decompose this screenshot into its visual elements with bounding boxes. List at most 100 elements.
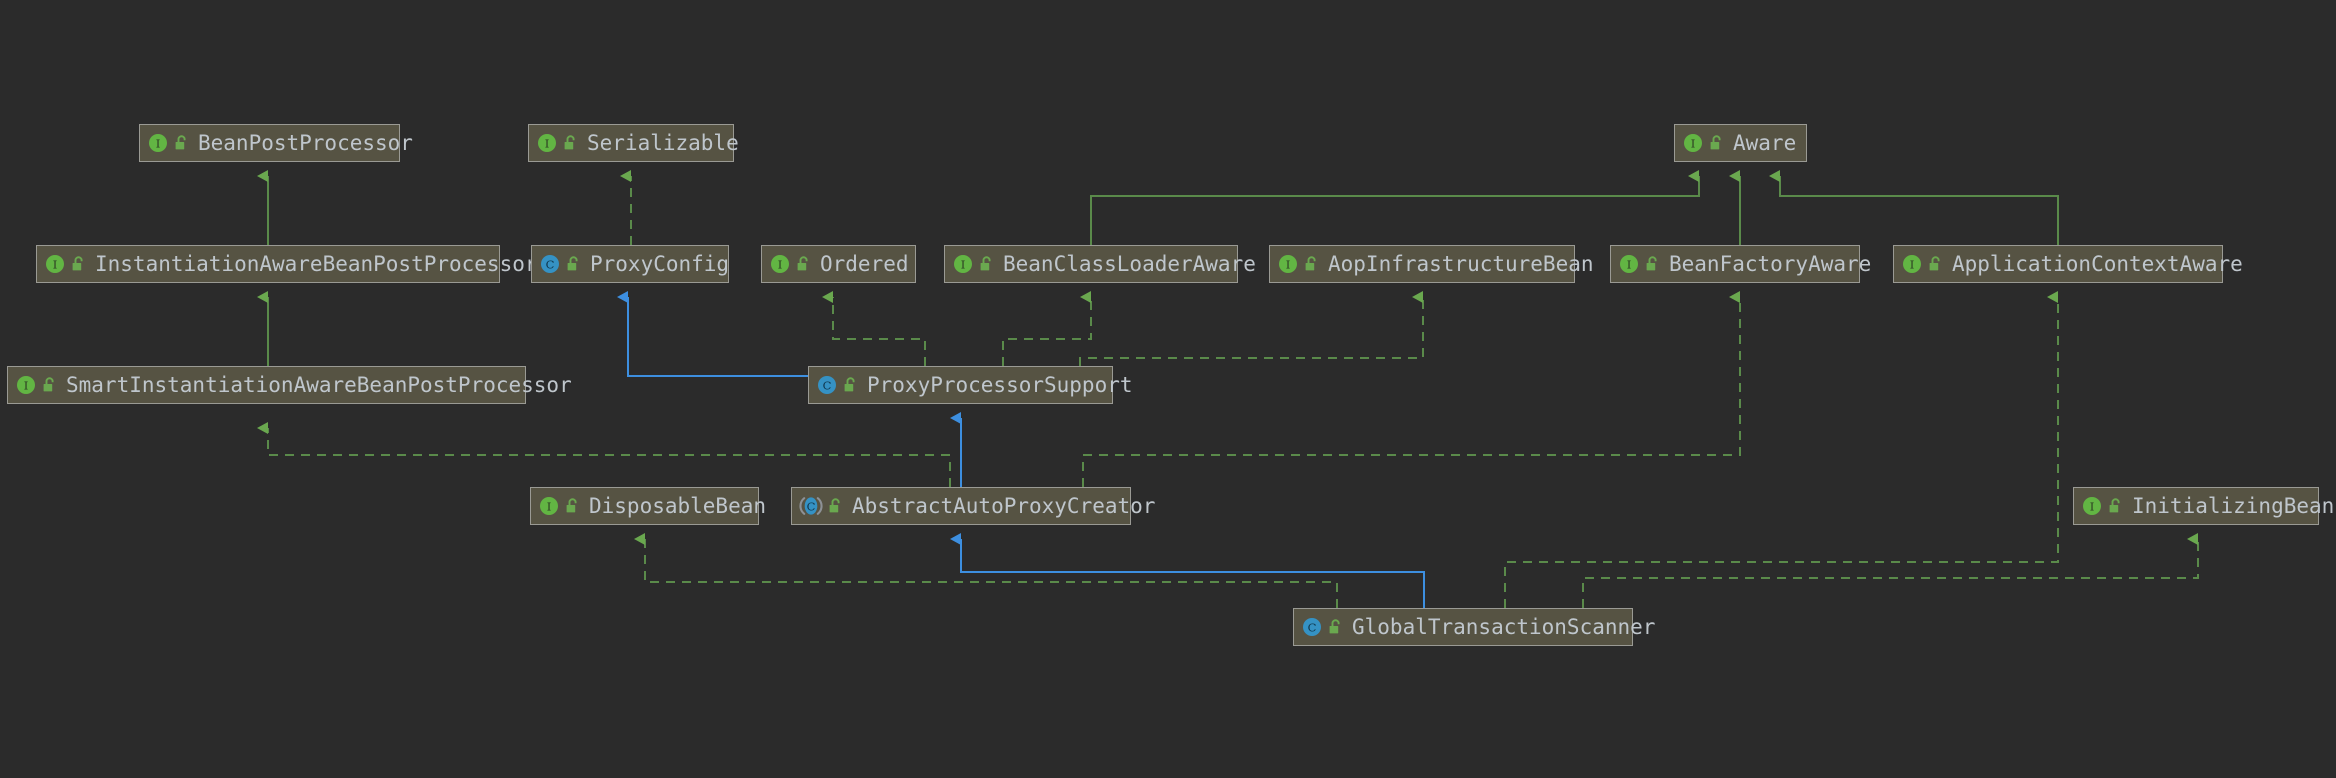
class-node-label: BeanClassLoaderAware [1003, 254, 1256, 275]
edge-globaltransactionscanner-to-applicationcontextaware [1505, 297, 2058, 608]
node-icon-group: I [536, 132, 578, 154]
class-node-beanpostprocessor[interactable]: IBeanPostProcessor [139, 124, 400, 162]
public-lock-icon [565, 255, 581, 273]
interface-icon: I [147, 132, 169, 154]
edge-proxyprocessorsupport-to-beanclassloaderaware [1003, 297, 1091, 366]
node-icon-group: I [538, 495, 580, 517]
edge-abstractautoproxycreator-to-smartinstantiationaware [268, 428, 950, 487]
class-node-label: ProxyConfig [590, 254, 729, 275]
svg-text:I: I [545, 137, 550, 151]
class-node-label: AopInfrastructureBean [1328, 254, 1594, 275]
node-icon-group: I [1277, 253, 1319, 275]
public-lock-icon [1327, 618, 1343, 636]
class-node-serializable[interactable]: ISerializable [528, 124, 734, 162]
class-icon: C [816, 374, 838, 396]
svg-text:I: I [1691, 137, 1696, 151]
interface-icon: I [769, 253, 791, 275]
public-lock-icon [1644, 255, 1660, 273]
interface-icon: I [44, 253, 66, 275]
edge-globaltransactionscanner-to-disposablebean [645, 539, 1337, 608]
svg-text:I: I [778, 258, 783, 272]
public-lock-icon [842, 376, 858, 394]
class-node-ordered[interactable]: I Ordered [761, 245, 916, 283]
edge-globaltransactionscanner-to-abstractautoproxycreator [961, 539, 1424, 608]
node-icon-group: C [816, 374, 858, 396]
node-icon-group: I [1682, 132, 1724, 154]
public-lock-icon [41, 376, 57, 394]
interface-icon: I [1277, 253, 1299, 275]
svg-text:I: I [961, 258, 966, 272]
class-node-proxyconfig[interactable]: C ProxyConfig [531, 245, 729, 283]
node-icon-group: I [952, 253, 994, 275]
public-lock-icon [827, 497, 843, 515]
class-node-label: BeanFactoryAware [1669, 254, 1871, 275]
edge-proxyprocessorsupport-to-proxyconfig [628, 297, 808, 376]
svg-text:I: I [156, 137, 161, 151]
svg-text:I: I [1627, 258, 1632, 272]
interface-icon: I [1901, 253, 1923, 275]
interface-icon: I [1618, 253, 1640, 275]
svg-text:I: I [1286, 258, 1291, 272]
public-lock-icon [795, 255, 811, 273]
svg-text:I: I [547, 500, 552, 514]
class-node-proxyprocessorsupport[interactable]: CProxyProcessorSupport [808, 366, 1113, 404]
svg-text:I: I [2090, 500, 2095, 514]
svg-text:C: C [823, 379, 832, 393]
public-lock-icon [978, 255, 994, 273]
public-lock-icon [562, 134, 578, 152]
class-node-beanfactoryaware[interactable]: IBeanFactoryAware [1610, 245, 1860, 283]
diagram-canvas[interactable]: IBeanPostProcessorISerializableIAwareIIn… [0, 0, 2336, 778]
edge-globaltransactionscanner-to-initializingbean [1583, 539, 2198, 608]
class-node-label: ApplicationContextAware [1952, 254, 2243, 275]
class-node-label: AbstractAutoProxyCreator [852, 496, 1155, 517]
svg-text:I: I [1910, 258, 1915, 272]
public-lock-icon [1927, 255, 1943, 273]
class-node-aware[interactable]: I Aware [1674, 124, 1807, 162]
public-lock-icon [564, 497, 580, 515]
public-lock-icon [1303, 255, 1319, 273]
class-node-label: GlobalTransactionScanner [1352, 617, 1655, 638]
class-node-applicationcontextaware[interactable]: IApplicationContextAware [1893, 245, 2223, 283]
svg-text:C: C [1308, 621, 1317, 635]
node-icon-group: I [1618, 253, 1660, 275]
node-icon-group: I [1901, 253, 1943, 275]
class-node-label: DisposableBean [589, 496, 766, 517]
node-icon-group: I [15, 374, 57, 396]
class-node-label: InitializingBean [2132, 496, 2334, 517]
public-lock-icon [2107, 497, 2123, 515]
class-node-label: Serializable [587, 133, 739, 154]
class-node-label: Ordered [820, 254, 909, 275]
interface-icon: I [15, 374, 37, 396]
class-node-beanclassloaderaware[interactable]: IBeanClassLoaderAware [944, 245, 1238, 283]
svg-text:C: C [546, 258, 555, 272]
class-node-initializingbean[interactable]: IInitializingBean [2073, 487, 2319, 525]
interface-icon: I [2081, 495, 2103, 517]
svg-text:I: I [53, 258, 58, 272]
class-node-label: Aware [1733, 133, 1796, 154]
interface-icon: I [538, 495, 560, 517]
class-icon: C [539, 253, 561, 275]
class-node-label: ProxyProcessorSupport [867, 375, 1133, 396]
interface-icon: I [1682, 132, 1704, 154]
class-node-instantiationawarebeanpostprocessor[interactable]: IInstantiationAwareBeanPostProcessor [36, 245, 500, 283]
edge-proxyprocessorsupport-to-ordered [833, 297, 925, 366]
class-node-aopinfrastructurebean[interactable]: IAopInfrastructureBean [1269, 245, 1575, 283]
class-node-smartinstantiationawarebeanpostprocessor[interactable]: ISmartInstantiationAwareBeanPostProcesso… [7, 366, 526, 404]
node-icon-group: I [769, 253, 811, 275]
class-node-label: BeanPostProcessor [198, 133, 413, 154]
edge-beanclassloaderaware-to-aware [1091, 176, 1699, 245]
interface-icon: I [536, 132, 558, 154]
node-icon-group: C [799, 495, 843, 517]
node-icon-group: C [539, 253, 581, 275]
class-node-abstractautoproxycreator[interactable]: CAbstractAutoProxyCreator [791, 487, 1131, 525]
node-icon-group: I [2081, 495, 2123, 517]
node-icon-group: I [44, 253, 86, 275]
svg-text:I: I [24, 379, 29, 393]
public-lock-icon [70, 255, 86, 273]
class-node-globaltransactionscanner[interactable]: CGlobalTransactionScanner [1293, 608, 1633, 646]
class-node-disposablebean[interactable]: IDisposableBean [530, 487, 759, 525]
interface-icon: I [952, 253, 974, 275]
edge-abstractautoproxycreator-to-beanfactoryaware [1083, 297, 1740, 487]
abstract-class-icon: C [799, 495, 823, 517]
class-icon: C [1301, 616, 1323, 638]
